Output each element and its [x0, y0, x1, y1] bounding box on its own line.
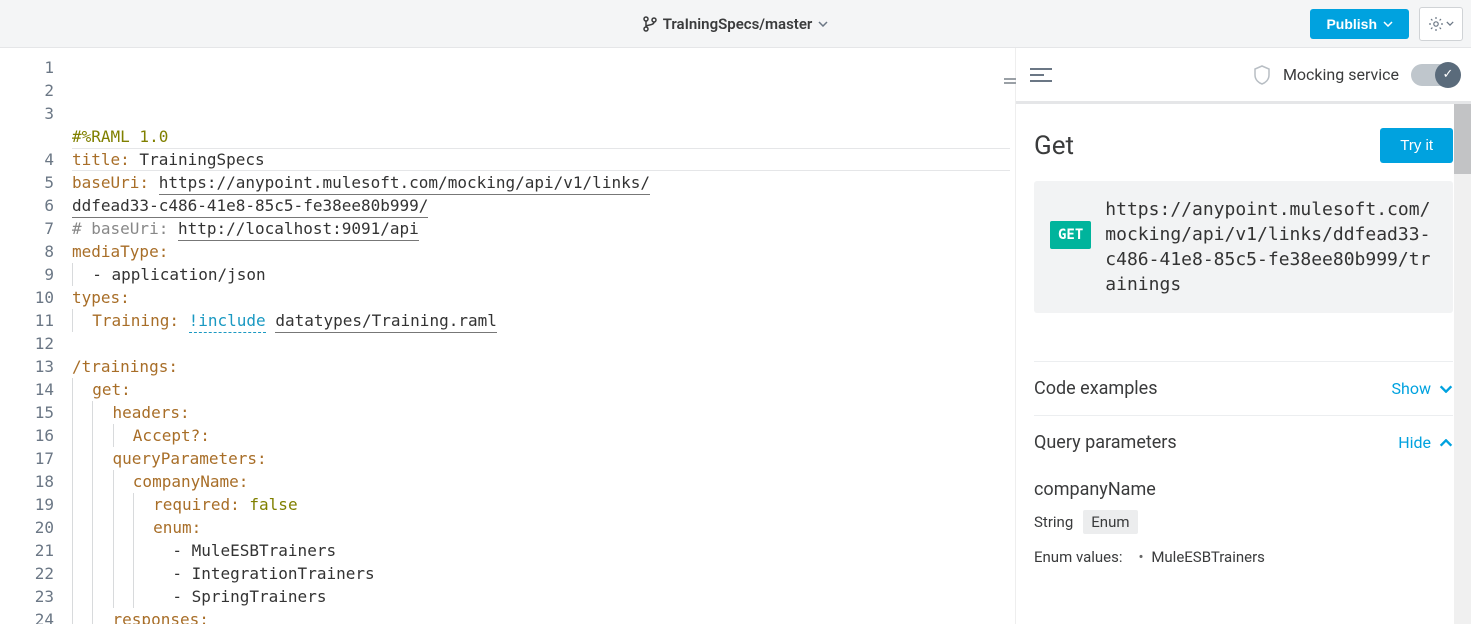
code-line[interactable]: get:: [72, 378, 1010, 401]
code-content[interactable]: #%RAML 1.0title: TrainingSpecsbaseUri: h…: [72, 48, 1010, 624]
code-line[interactable]: Accept?:: [72, 424, 1010, 447]
code-line[interactable]: # baseUri: http://localhost:9091/api: [72, 217, 1010, 240]
code-line[interactable]: required: false: [72, 493, 1010, 516]
code-line[interactable]: - application/json: [72, 263, 1010, 286]
code-line[interactable]: baseUri: https://anypoint.mulesoft.com/m…: [72, 171, 1010, 194]
publish-button[interactable]: Publish: [1310, 9, 1409, 39]
branch-selector[interactable]: TraIningSpecs/master: [643, 15, 829, 33]
top-bar: TraIningSpecs/master Publish: [0, 0, 1471, 48]
code-line[interactable]: ddfead33-c486-41e8-85c5-fe38ee80b999/: [72, 194, 1010, 217]
code-line[interactable]: /trainings:: [72, 355, 1010, 378]
chevron-down-icon: [1446, 21, 1454, 26]
code-line[interactable]: #%RAML 1.0: [72, 125, 1010, 148]
code-line[interactable]: headers:: [72, 401, 1010, 424]
show-toggle[interactable]: Show: [1392, 379, 1453, 398]
code-line[interactable]: types:: [72, 286, 1010, 309]
code-editor[interactable]: 123456789101112131415161718192021222324 …: [0, 48, 1010, 624]
code-line[interactable]: companyName:: [72, 470, 1010, 493]
gear-icon: [1428, 16, 1444, 32]
http-method-badge: GET: [1050, 221, 1091, 249]
try-it-button[interactable]: Try it: [1380, 128, 1453, 163]
param-name: companyName: [1034, 479, 1453, 500]
chevron-down-icon: [818, 21, 828, 27]
publish-label: Publish: [1326, 16, 1377, 32]
section-title: Code examples: [1034, 378, 1158, 399]
mocking-bar: Mocking service ✓: [1016, 48, 1471, 104]
code-line[interactable]: queryParameters:: [72, 447, 1010, 470]
chevron-up-icon: [1439, 439, 1453, 447]
enum-value: MuleESBTrainers: [1139, 548, 1265, 566]
endpoint-url: https://anypoint.mulesoft.com/mocking/ap…: [1105, 197, 1437, 297]
param-company-name: companyName String Enum Enum values: Mul…: [1034, 469, 1453, 566]
mocking-toggle[interactable]: ✓: [1411, 64, 1457, 86]
section-title: Query parameters: [1034, 432, 1177, 453]
settings-button[interactable]: [1419, 7, 1463, 41]
line-gutter: 123456789101112131415161718192021222324: [0, 48, 72, 624]
hide-toggle[interactable]: Hide: [1398, 433, 1453, 452]
toggle-knob: ✓: [1435, 62, 1461, 88]
scrollbar-thumb[interactable]: [1454, 104, 1471, 174]
method-title: Get: [1034, 131, 1074, 161]
code-line[interactable]: - IntegrationTrainers: [72, 562, 1010, 585]
enum-badge: Enum: [1083, 510, 1137, 534]
code-line[interactable]: title: TrainingSpecs: [72, 148, 1010, 171]
param-type: String: [1034, 513, 1073, 531]
code-line[interactable]: mediaType:: [72, 240, 1010, 263]
code-line[interactable]: [72, 332, 1010, 355]
shield-icon: [1253, 65, 1271, 85]
code-line[interactable]: enum:: [72, 516, 1010, 539]
code-line[interactable]: - SpringTrainers: [72, 585, 1010, 608]
code-line[interactable]: responses:: [72, 608, 1010, 624]
api-console-pane: Mocking service ✓ Get Try it GET https:/…: [1016, 48, 1471, 624]
code-examples-section[interactable]: Code examples Show: [1034, 361, 1453, 415]
scrollbar[interactable]: [1454, 104, 1471, 624]
chevron-down-icon: [1383, 21, 1393, 27]
branch-name: TraIningSpecs/master: [663, 15, 813, 33]
menu-icon[interactable]: [1030, 67, 1052, 83]
code-line[interactable]: Training: !include datatypes/Training.ra…: [72, 309, 1010, 332]
query-parameters-section[interactable]: Query parameters Hide: [1034, 415, 1453, 469]
enum-values-label: Enum values:: [1034, 548, 1123, 566]
mocking-service-label: Mocking service: [1283, 65, 1399, 84]
chevron-down-icon: [1439, 385, 1453, 393]
endpoint-url-box: GET https://anypoint.mulesoft.com/mockin…: [1034, 181, 1453, 313]
code-line[interactable]: - MuleESBTrainers: [72, 539, 1010, 562]
branch-icon: [643, 16, 657, 32]
